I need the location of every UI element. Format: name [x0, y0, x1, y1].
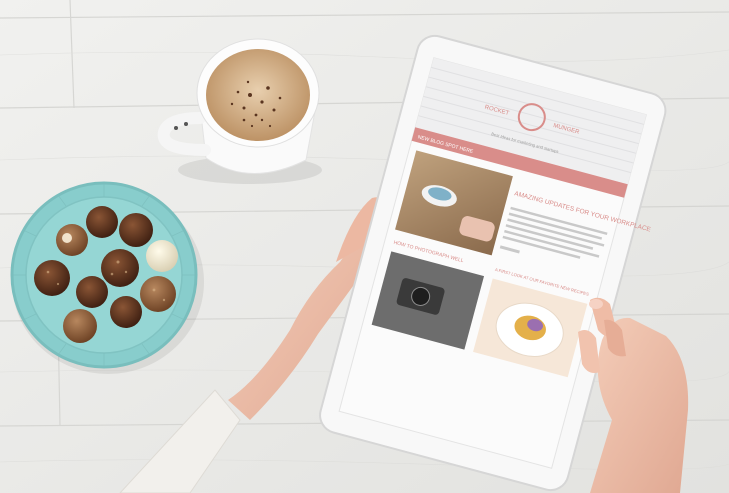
photo-illustration: ROCKET MUNGER Best Ideas for marketing a… — [0, 0, 729, 493]
coffee-surface — [206, 49, 310, 141]
chocolate — [86, 206, 118, 238]
photo-scene: ROCKET MUNGER Best Ideas for marketing a… — [0, 0, 729, 493]
